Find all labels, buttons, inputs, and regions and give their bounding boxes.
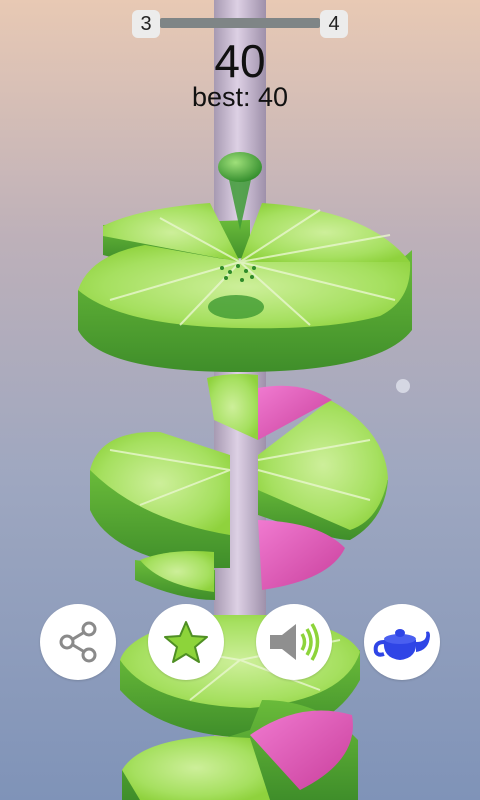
next-level-badge: 4 xyxy=(320,10,348,38)
ball xyxy=(218,152,262,182)
platform-1 xyxy=(78,203,412,372)
more-games-button[interactable] xyxy=(364,604,440,680)
score: 40 xyxy=(214,35,266,87)
game-scene[interactable] xyxy=(0,0,480,800)
teapot-icon xyxy=(373,629,430,660)
current-level-badge: 3 xyxy=(132,10,160,38)
floating-particle xyxy=(396,379,410,393)
share-button[interactable] xyxy=(40,604,116,680)
star-icon xyxy=(164,621,208,663)
best-score: best: 40 xyxy=(191,82,289,112)
level-progress-bar xyxy=(160,18,320,28)
share-icon xyxy=(59,621,97,663)
sound-button[interactable] xyxy=(256,604,332,680)
rate-button[interactable] xyxy=(148,604,224,680)
speaker-icon xyxy=(270,623,320,661)
